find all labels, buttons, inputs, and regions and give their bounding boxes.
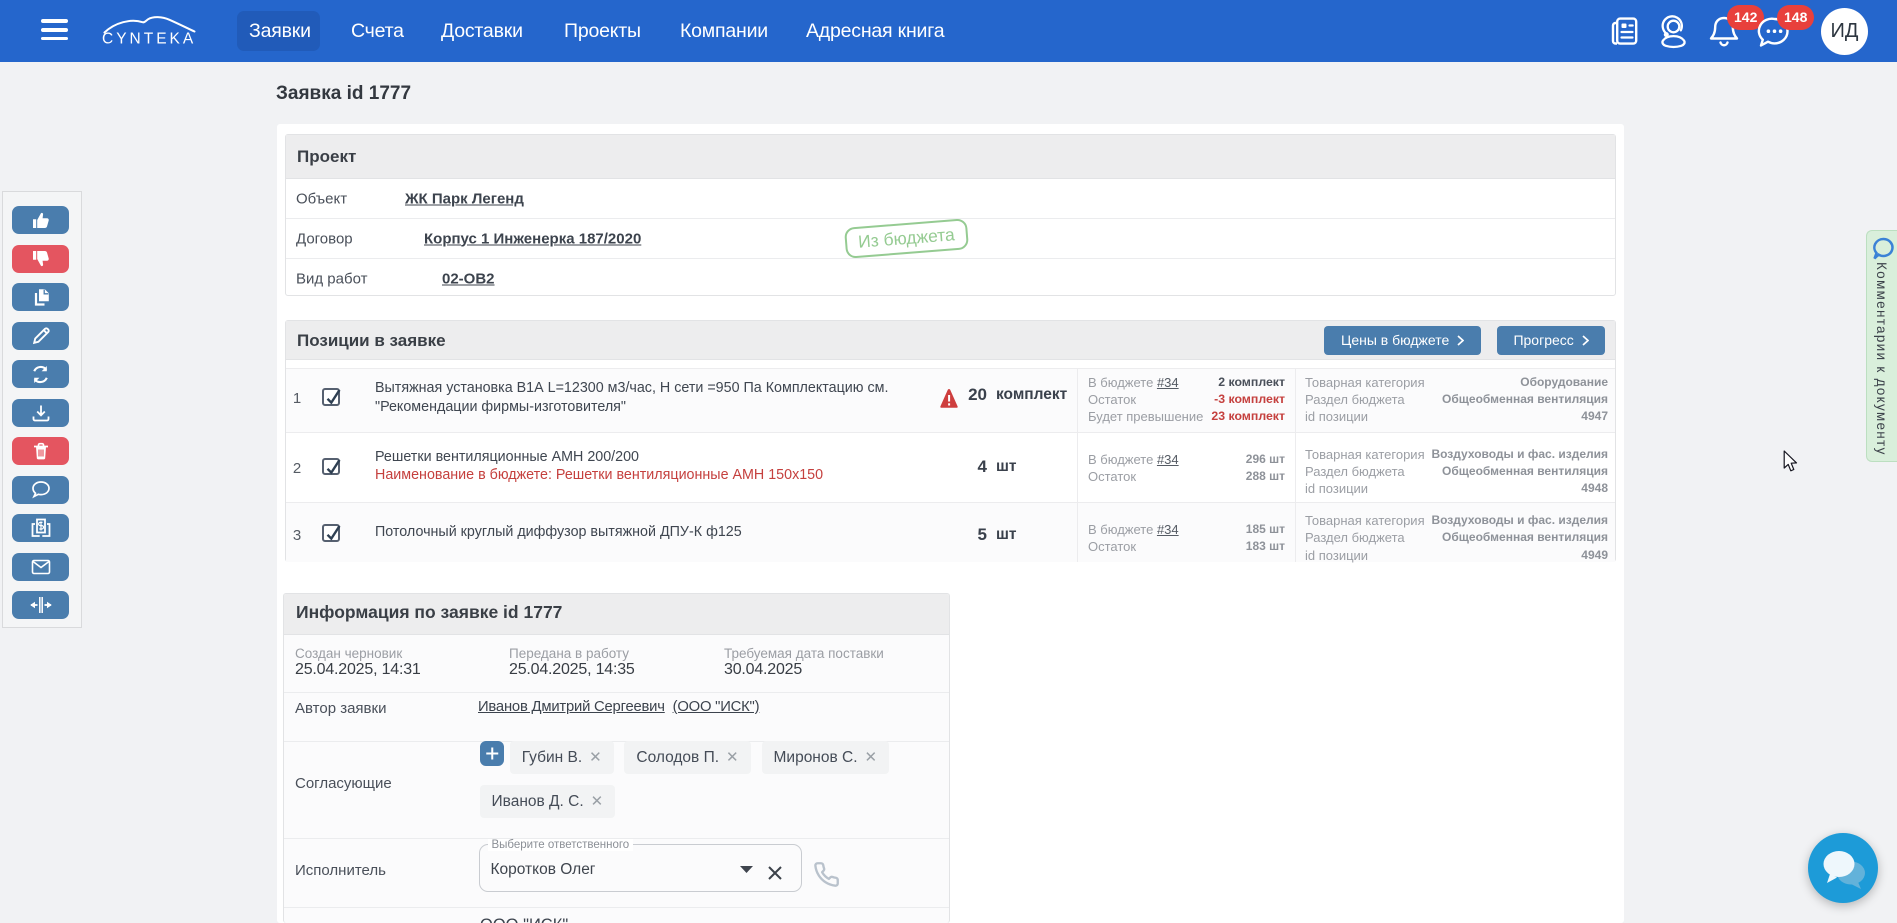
svg-text:CYNTEKA: CYNTEKA: [102, 31, 196, 48]
